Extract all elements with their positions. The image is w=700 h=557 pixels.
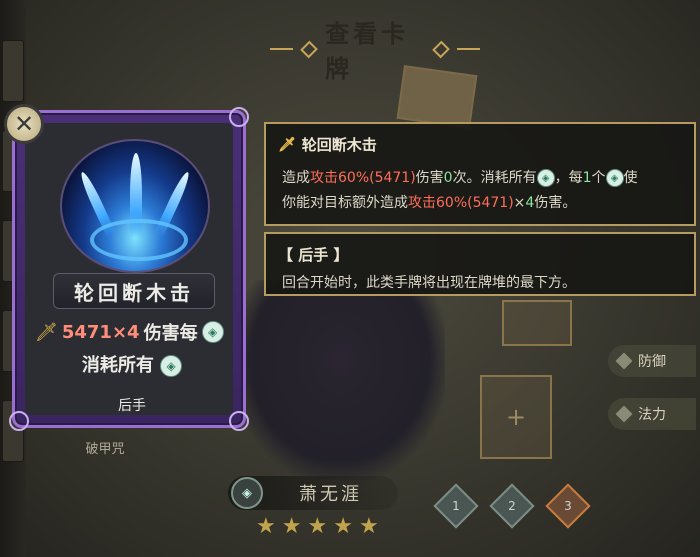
card-cost-text: 消耗所有 <box>81 355 154 376</box>
desc-text: 伤害。 <box>534 195 577 211</box>
spirit-icon: ◈ <box>231 477 263 509</box>
character-silhouette <box>235 280 445 480</box>
star-icon: ★ <box>281 514 302 539</box>
desc-count: 1 <box>582 170 592 186</box>
desc-text: ，每 <box>554 170 583 186</box>
close-button[interactable]: ✕ <box>4 104 44 144</box>
header-ornament <box>270 48 294 50</box>
screen-header: 查看卡牌 <box>270 20 480 83</box>
desc-text: 你能对目标额外造成 <box>282 195 408 211</box>
card-tag: 后手 <box>118 398 146 414</box>
keyword-description: 回合开始时，此类手牌将出现在牌堆的最下方。 <box>282 275 576 291</box>
desc-text: 使 <box>623 170 638 186</box>
diamond-icon <box>615 352 633 370</box>
star-icon: ★ <box>358 514 379 539</box>
skill-label: 破甲咒 <box>85 442 125 457</box>
desc-attack: 攻击60%(5471) <box>408 195 514 211</box>
desc-text: 造成 <box>282 170 310 186</box>
card-damage-value: 5471×4 <box>61 321 140 343</box>
rail-slot <box>2 40 24 102</box>
card-cost-line: 消耗所有 ◈ <box>25 351 239 377</box>
detail-description: 造成攻击60%(5471)伤害0次。消耗所有 ◈ ，每1个 ◈ 使 你能对目标额外造成攻… <box>282 166 686 216</box>
card-damage-text: 伤害每 <box>143 323 198 344</box>
desc-text: 伤害 <box>415 170 444 186</box>
star-icon: ★ <box>333 514 353 539</box>
sword-icon: 🗡 <box>278 136 296 153</box>
card-art <box>60 139 210 273</box>
card-body: 轮回断木击 🗡 5471×4 伤害每 ◈ 消耗所有 ◈ 后手 <box>25 123 233 415</box>
keyword-panel: 【 后手 】 回合开始时，此类手牌将出现在牌堆的最下方。 <box>264 232 696 296</box>
character-nameplate: ◈ 萧无涯 <box>228 476 398 510</box>
card-name: 轮回断木击 <box>53 273 215 309</box>
desc-count: 4 <box>525 195 535 211</box>
header-ornament <box>456 48 480 50</box>
page-title: 查看卡牌 <box>325 20 410 83</box>
side-button-label: 防御 <box>638 354 666 370</box>
spirit-icon: ◈ <box>201 321 224 343</box>
energy-ring <box>90 219 188 261</box>
side-button-label: 法力 <box>638 407 666 423</box>
close-icon: ✕ <box>13 110 35 138</box>
diamond-icon <box>615 405 633 423</box>
diamond-icon <box>432 40 450 58</box>
keyword-title: 【 后手 】 <box>278 246 349 264</box>
tier-label: 2 <box>508 499 516 513</box>
plus-icon: + <box>505 403 527 431</box>
spirit-icon: ◈ <box>160 355 183 377</box>
card-slot[interactable]: + <box>480 375 552 459</box>
star-rating: ★ ★ ★ ★ ★ <box>256 516 379 538</box>
spirit-icon: ◈ <box>536 169 555 187</box>
card-slot <box>502 300 572 346</box>
card-detail-panel: 🗡 轮回断木击 造成攻击60%(5471)伤害0次。消耗所有 ◈ ，每1个 ◈ 使 你能… <box>264 122 696 226</box>
detail-title-row: 🗡 轮回断木击 <box>278 134 377 155</box>
side-button-defense[interactable]: 防御 <box>608 345 696 377</box>
detail-title: 轮回断木击 <box>301 136 377 154</box>
tier-label: 1 <box>452 499 460 513</box>
tier-label: 3 <box>564 499 572 513</box>
desc-attack: 攻击60%(5471) <box>310 170 416 186</box>
desc-text: × <box>513 195 526 211</box>
diamond-icon <box>300 40 318 58</box>
card-damage-line: 🗡 5471×4 伤害每 ◈ <box>35 319 231 345</box>
card-corner-ornament <box>229 107 249 127</box>
sword-icon: 🗡 <box>35 321 58 343</box>
star-icon: ★ <box>307 514 328 539</box>
side-button-mana[interactable]: 法力 <box>608 398 696 430</box>
star-icon: ★ <box>256 514 276 539</box>
skill-card: 轮回断木击 🗡 5471×4 伤害每 ◈ 消耗所有 ◈ 后手 <box>9 107 249 431</box>
desc-text: 个 <box>591 170 606 186</box>
character-name: 萧无涯 <box>299 484 362 505</box>
desc-text: 次。消耗所有 <box>452 170 537 186</box>
spirit-icon: ◈ <box>605 169 624 187</box>
desc-count: 0 <box>443 170 453 186</box>
